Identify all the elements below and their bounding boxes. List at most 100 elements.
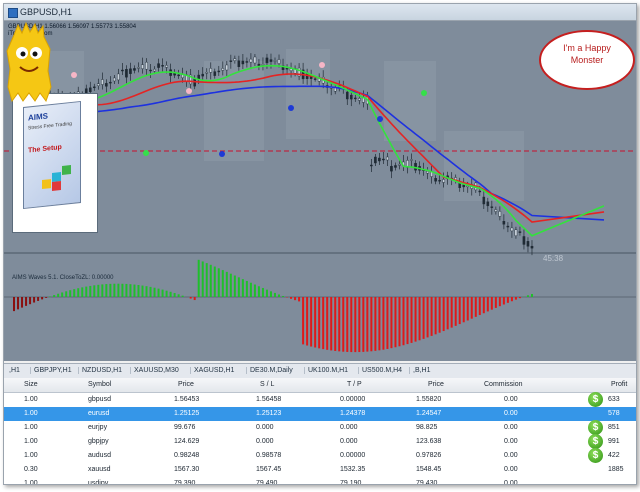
table-row[interactable]: 1.00 gbpjpy 124.629 0.000 0.000 123.638 0.00 99… xyxy=(4,434,636,449)
histogram-bar xyxy=(446,297,449,330)
cell-profit: 578 xyxy=(608,410,620,417)
cell-price: 1.56453 xyxy=(174,396,200,403)
cell-sl: 1.25123 xyxy=(256,410,282,417)
histogram-bar xyxy=(141,285,144,297)
chart-tab[interactable]: UK100.M,H1 xyxy=(304,367,348,374)
chart-tab[interactable]: XAUUSD,M30 xyxy=(130,367,179,374)
cubes-graphic xyxy=(42,163,72,192)
chart-tab[interactable]: ,H1 xyxy=(6,367,20,374)
candle-body xyxy=(526,241,530,247)
chart-tab[interactable]: ,B,H1 xyxy=(409,367,431,374)
cell-price: 79.390 xyxy=(174,480,196,485)
histogram-bar xyxy=(169,291,172,297)
table-row[interactable]: 1.00 audusd 0.98248 0.98578 0.00000 0.97826 0.… xyxy=(4,448,636,463)
chart-tab[interactable]: US500.M,H4 xyxy=(358,367,402,374)
candle-body xyxy=(177,74,180,77)
header-price-current[interactable]: Price xyxy=(428,381,444,388)
candle-body xyxy=(265,57,269,64)
cell-symbol: eurusd xyxy=(88,410,110,417)
histogram-bar xyxy=(49,296,52,297)
cell-sl: 79.490 xyxy=(256,480,278,485)
histogram-bar xyxy=(129,284,132,297)
chart-tab[interactable]: NZDUSD,H1 xyxy=(78,367,122,374)
histogram-bar xyxy=(85,286,88,297)
candle-body xyxy=(506,225,510,228)
candle-body xyxy=(133,68,136,71)
promo-subtitle: Stress Free Trading xyxy=(28,120,72,132)
histogram-bar xyxy=(302,297,305,345)
candle-body xyxy=(522,236,526,245)
candle-body xyxy=(125,69,128,78)
histogram-bar xyxy=(306,297,309,346)
histogram-bar xyxy=(21,297,24,308)
price-chart[interactable]: GBPUSD,H1 1.56066 1.56097 1.55773 1.5580… xyxy=(4,21,636,374)
table-row[interactable]: 1.00 usdjpy 79.390 79.490 79.190 79.430 0.00 xyxy=(4,477,636,485)
candle-body xyxy=(354,97,357,100)
header-tp[interactable]: T / P xyxy=(347,381,362,388)
histogram-bar xyxy=(462,297,465,323)
header-profit[interactable]: Profit xyxy=(611,381,627,388)
candle-body xyxy=(374,156,377,164)
candle-body xyxy=(478,190,482,193)
histogram-bar xyxy=(342,297,345,352)
candle-body xyxy=(233,58,237,61)
header-price[interactable]: Price xyxy=(178,381,194,388)
histogram-bar xyxy=(241,279,244,297)
chart-title-bar[interactable]: GBPUSD,H1 xyxy=(4,4,636,21)
candle-body xyxy=(105,83,108,87)
cell-current-price: 98.825 xyxy=(416,424,438,431)
candle-body xyxy=(213,71,217,76)
histogram-bar xyxy=(450,297,453,328)
fractal-marker xyxy=(421,90,427,96)
candle-body xyxy=(109,81,112,84)
cell-symbol: eurjpy xyxy=(88,424,108,431)
chart-tab[interactable]: GBPJPY,H1 xyxy=(30,367,72,374)
histogram-bar xyxy=(189,297,192,299)
table-row[interactable]: 0.30 xauusd 1567.30 1567.45 1532.35 1548.45 0.… xyxy=(4,463,636,477)
cell-price: 1.25125 xyxy=(174,410,200,417)
cell-size: 0.30 xyxy=(24,466,38,473)
dollar-coin-icon: $ xyxy=(588,448,603,463)
histogram-bar xyxy=(97,284,100,297)
table-row[interactable]: 1.00 eurjpy 99.676 0.000 0.000 98.825 0.00 851 $ xyxy=(4,420,636,435)
candle-body xyxy=(209,68,213,73)
histogram-bar xyxy=(502,297,505,305)
histogram-bar xyxy=(237,277,240,297)
histogram-bar xyxy=(410,297,413,343)
cell-current-price: 0.97826 xyxy=(416,452,442,459)
histogram-bar xyxy=(378,297,381,351)
cell-current-price: 1548.45 xyxy=(416,466,442,473)
cell-current-price: 1.55820 xyxy=(416,396,442,403)
candle-body xyxy=(530,245,534,249)
cell-price: 124.629 xyxy=(174,438,200,445)
terminal-window: GBPUSD,H1 GBPUSD,H1 1.56066 1.56097 1.55… xyxy=(3,3,637,485)
cell-price: 99.676 xyxy=(174,424,196,431)
header-sl[interactable]: S / L xyxy=(260,381,274,388)
trade-table: Size Symbol Price S / L T / P Price Comm… xyxy=(4,378,636,484)
cell-current-price: 1.24547 xyxy=(416,410,442,417)
header-size[interactable]: Size xyxy=(24,381,38,388)
header-commission[interactable]: Commission xyxy=(484,381,523,388)
histogram-bar xyxy=(161,289,164,297)
table-row[interactable]: 1.00 eurusd 1.25125 1.25123 1.24378 1.24547 0.… xyxy=(4,407,636,421)
header-symbol[interactable]: Symbol xyxy=(88,381,111,388)
histogram-bar xyxy=(362,297,365,352)
histogram-bar xyxy=(510,297,513,302)
histogram-bar xyxy=(278,294,281,297)
histogram-bar xyxy=(514,297,517,300)
candle-body xyxy=(261,64,265,66)
histogram-bar xyxy=(29,297,32,305)
candle-body xyxy=(386,156,389,161)
table-row[interactable]: 1.00 gbpusd 1.56453 1.56458 0.00000 1.55820 0.… xyxy=(4,392,636,407)
histogram-bar xyxy=(310,297,313,347)
histogram-bar xyxy=(322,297,325,350)
chart-tab[interactable]: XAGUSD,H1 xyxy=(190,367,234,374)
histogram-bar xyxy=(37,297,40,301)
chart-tab[interactable]: DE30.M,Daily xyxy=(246,367,293,374)
promo-heading: The Setup xyxy=(28,143,62,155)
histogram-bar xyxy=(45,297,48,298)
histogram-bar xyxy=(434,297,437,335)
histogram-bar xyxy=(69,290,72,297)
histogram-bar xyxy=(117,283,120,297)
histogram-bar xyxy=(93,285,96,297)
